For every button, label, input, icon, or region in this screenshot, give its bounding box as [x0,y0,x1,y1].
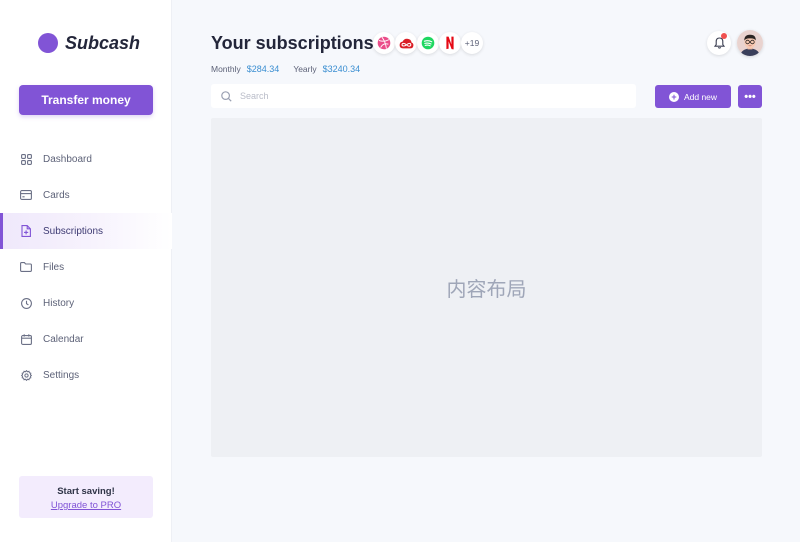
spending-stats: Monthly $284.34 Yearly $3240.34 [211,64,360,74]
brand-name: Subcash [65,32,141,53]
sidebar-nav: Dashboard Cards Subscriptions Files Hist… [0,141,172,393]
search-input[interactable] [240,91,620,101]
add-new-button[interactable]: + Add new [655,85,731,108]
sidebar-item-subscriptions[interactable]: Subscriptions [0,213,172,249]
sidebar-item-label: Settings [43,369,80,381]
grid-icon [20,153,32,165]
sidebar-item-label: Calendar [43,333,84,345]
content-area: 内容布局 [211,118,762,457]
add-new-label: Add new [683,91,718,102]
spotify-icon[interactable] [417,32,439,54]
sidebar-item-files[interactable]: Files [0,249,172,285]
sidebar-item-label: Dashboard [43,153,92,165]
upgrade-promo: Start saving! Upgrade to PRO [19,476,153,518]
sidebar-item-label: Files [43,261,65,273]
upgrade-link[interactable]: Upgrade to PRO [19,500,153,511]
logo-icon [38,33,58,53]
sidebar-item-label: Cards [43,189,70,201]
avatar[interactable] [737,30,763,56]
more-services-count[interactable]: +19 [461,32,483,54]
sidebar-item-label: History [43,297,75,309]
sidebar-item-cards[interactable]: Cards [0,177,172,213]
sidebar-item-history[interactable]: History [0,285,172,321]
card-icon [20,189,32,201]
brand[interactable]: Subcash [38,32,140,54]
more-options-button[interactable]: ••• [738,85,762,108]
notification-dot [721,33,727,39]
promo-title: Start saving! [57,486,115,497]
subscription-services: +19 [373,32,483,54]
search-bar[interactable] [211,84,636,108]
notification-button[interactable] [707,31,731,55]
plus-icon: + [668,91,679,102]
sidebar-item-label: Subscriptions [43,225,104,237]
creative-cloud-icon[interactable] [395,32,417,54]
sidebar-item-calendar[interactable]: Calendar [0,321,172,357]
yearly-value: $3240.34 [322,64,361,74]
clock-icon [20,297,32,309]
yearly-label: Yearly [293,64,317,74]
netflix-icon[interactable] [439,32,461,54]
transfer-money-button[interactable]: Transfer money [19,85,153,115]
sidebar-item-dashboard[interactable]: Dashboard [0,141,172,177]
page-title: Your subscriptions [211,33,374,53]
content-placeholder: 内容布局 [446,277,527,301]
monthly-value: $284.34 [246,64,280,74]
sidebar-item-settings[interactable]: Settings [0,357,172,393]
monthly-label: Monthly [211,64,241,74]
sidebar: Subcash Transfer money Dashboard Cards S… [0,0,172,542]
folder-icon [20,261,32,273]
dribbble-icon[interactable] [373,32,395,54]
document-icon [20,225,32,237]
search-icon [221,90,232,102]
calendar-icon [20,333,32,345]
gear-icon [20,369,32,381]
